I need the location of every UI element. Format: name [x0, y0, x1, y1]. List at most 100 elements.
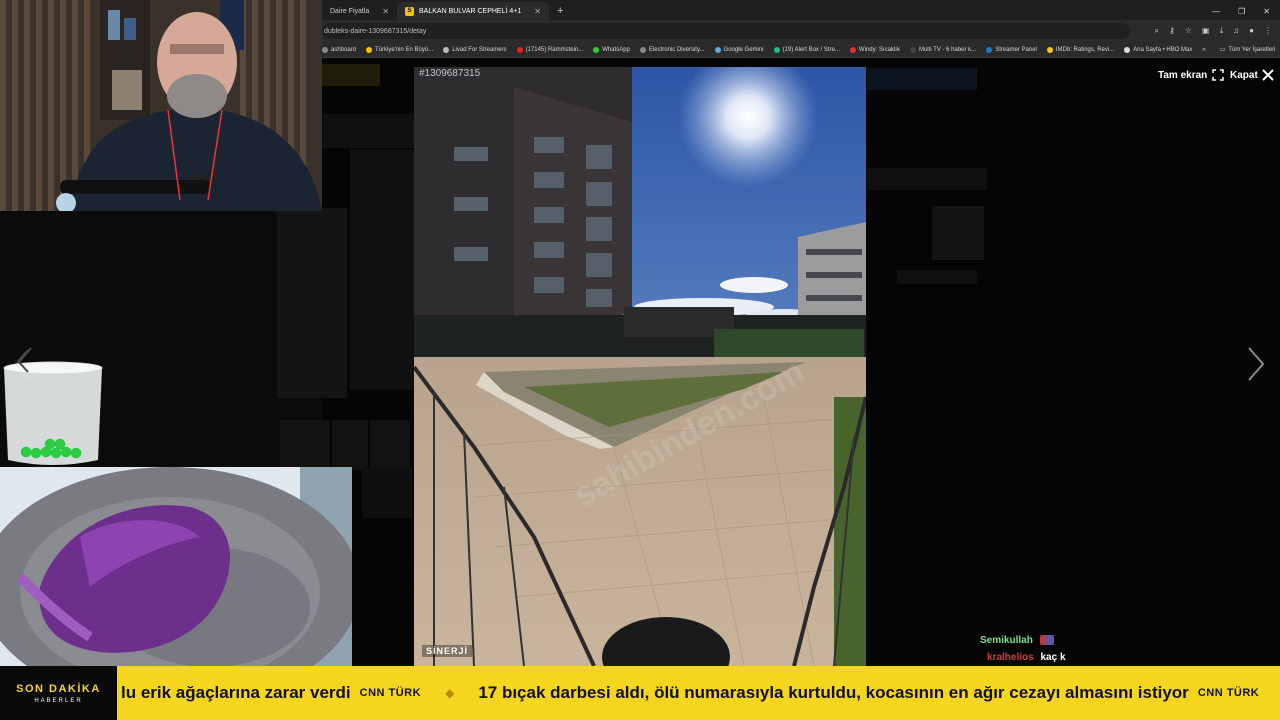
menu-icon[interactable]: ⋮: [1264, 26, 1272, 36]
download-icon[interactable]: ⤓: [1220, 26, 1224, 36]
bookmark-item[interactable]: Multi TV - 6 haber k...: [909, 46, 977, 53]
counter-jar-overlay: [3, 361, 103, 465]
all-bookmarks-folder[interactable]: ▭ Tüm Yer İşaretleri: [1219, 46, 1280, 54]
bookmark-favicon-icon: [516, 46, 523, 53]
chat-overlay: Semikullah kralhelios kaç k: [980, 632, 1066, 666]
bookmark-label: WhatsApp: [602, 46, 630, 53]
close-window-icon[interactable]: ✕: [1263, 7, 1270, 16]
bookmark-item[interactable]: (19) Alert Box / Stre...: [773, 46, 840, 53]
address-bar-row: dubleks-daire-1309687315/detay ⌕ ⚷ ☆ ▣ ⤓…: [322, 20, 1280, 42]
fullscreen-icon: [1212, 69, 1225, 81]
pet-bed-image: [0, 467, 352, 666]
bookmark-favicon-icon: [1046, 46, 1053, 53]
bookmark-label: Windy: Sıcaklık: [858, 46, 900, 53]
close-tab-icon[interactable]: ✕: [534, 7, 541, 16]
ticker-headline: 17 bıçak darbesi aldı, ölü numarasıyla k…: [478, 683, 1189, 702]
tab-balkan-bulvar[interactable]: S BALKAN BULVAR CEPHELİ 4+1 ✕: [397, 2, 549, 20]
bookmark-label: Electronic Diversity...: [648, 46, 705, 53]
ticker-source: CNN TÜRK: [359, 687, 422, 699]
bookmark-item[interactable]: Türkiye'nin En Büyü...: [366, 46, 434, 53]
bookmark-label: Türkiye'nin En Büyü...: [375, 46, 434, 53]
bookmark-label: IMDb: Ratings, Revi...: [1055, 46, 1115, 53]
close-icon: [1262, 69, 1274, 81]
window-controls: — ❐ ✕: [1202, 7, 1280, 20]
listing-number: #1309687315: [419, 68, 481, 79]
fullscreen-label: Tam ekran: [1158, 69, 1208, 81]
next-photo-arrow-icon[interactable]: [1246, 346, 1266, 382]
fullscreen-button[interactable]: Tam ekran: [1158, 69, 1225, 81]
chat-text: kaç k: [1040, 652, 1066, 663]
address-bar-icons: ⌕ ⚷ ☆ ▣ ⤓ ♫ ● ⋮: [1155, 26, 1280, 36]
star-icon[interactable]: ☆: [1185, 26, 1192, 36]
folder-icon: ▭: [1219, 47, 1226, 53]
ticker-source: CNN TÜRK: [1197, 687, 1260, 699]
bookmark-favicon-icon: [714, 46, 721, 53]
chat-message: Semikullah: [980, 632, 1066, 649]
bookmark-favicon-icon: [443, 46, 450, 53]
listing-photo: sahibinden.com: [414, 67, 866, 666]
bookmark-item[interactable]: ashboard: [322, 46, 357, 53]
zoom-icon[interactable]: ⌕: [1155, 26, 1159, 36]
bookmark-favicon-icon: [322, 46, 328, 53]
bookmark-favicon-icon: [1124, 46, 1131, 53]
ticker-track: lu erik ağaçlarına zarar verdi CNN TÜRK …: [121, 666, 1269, 720]
close-tab-icon[interactable]: ✕: [382, 7, 389, 16]
breaking-news-subtitle: HABERLER: [34, 697, 83, 704]
ticker-headline: lu erik ağaçlarına zarar verdi: [121, 683, 351, 702]
bookmark-label: Streamer Panel: [995, 46, 1037, 53]
ticker-separator-icon: ◆: [445, 686, 455, 700]
tab-label: BALKAN BULVAR CEPHELİ 4+1: [419, 7, 522, 15]
bookmark-favicon-icon: [909, 46, 916, 53]
bookmark-favicon-icon: [593, 46, 600, 53]
bookmark-favicon-icon: [366, 46, 373, 53]
bookmark-item[interactable]: Electronic Diversity...: [639, 46, 705, 53]
bookmark-favicon-icon: [773, 46, 780, 53]
bookmark-item[interactable]: Windy: Sıcaklık: [849, 46, 900, 53]
media-icon[interactable]: ♫: [1233, 26, 1239, 36]
bookmarks-bar: » ▭ Tüm Yer İşaretleri ashboard Türkiye'n…: [322, 42, 1280, 58]
bookmark-label: ashboard: [331, 46, 357, 53]
bookmark-label: Ana Sayfa • HBO Max: [1133, 46, 1193, 53]
streamer-webcam: [0, 0, 322, 211]
left-arrow-icon[interactable]: [16, 348, 30, 374]
webcam-feed: [0, 0, 322, 211]
pool-terrace-photo: sahibinden.com: [414, 67, 866, 666]
minimize-icon[interactable]: —: [1212, 7, 1220, 16]
bookmark-item[interactable]: WhatsApp: [593, 46, 630, 53]
chat-username: kralhelios: [987, 652, 1034, 663]
news-ticker: lu erik ağaçlarına zarar verdi CNN TÜRK …: [0, 666, 1280, 720]
bookmark-item[interactable]: IMDb: Ratings, Revi...: [1046, 46, 1115, 53]
pet-camera-feed: [0, 467, 352, 666]
bookmark-item[interactable]: (17145) Rammstein...: [516, 46, 584, 53]
bookmark-item[interactable]: Livad For Streamers: [443, 46, 507, 53]
bookmark-label: Google Gemini: [723, 46, 764, 53]
bookmark-item[interactable]: Google Gemini: [714, 46, 764, 53]
stream-screen: Daire Fiyatla ✕ S BALKAN BULVAR CEPHELİ …: [0, 0, 1280, 720]
emote-icon: [1039, 635, 1054, 646]
bookmark-favicon-icon: [986, 46, 993, 53]
chat-message: kralhelios kaç k: [987, 649, 1066, 666]
bookmark-label: (17145) Rammstein...: [525, 46, 584, 53]
bookmark-label: (19) Alert Box / Stre...: [782, 46, 840, 53]
bookmark-label: Livad For Streamers: [452, 46, 507, 53]
bookmark-item[interactable]: Streamer Panel: [986, 46, 1037, 53]
bookmark-favicon-icon: [639, 46, 646, 53]
bookmark-favicon-icon: [849, 46, 856, 53]
key-icon[interactable]: ⚷: [1169, 26, 1175, 36]
bookmark-item[interactable]: Ana Sayfa • HBO Max: [1124, 46, 1193, 53]
close-label: Kapat: [1230, 69, 1258, 81]
bookmark-label: Multi TV - 6 haber k...: [918, 46, 977, 53]
bookmarks-more-icon[interactable]: »: [1202, 47, 1209, 53]
new-tab-icon[interactable]: +: [549, 5, 571, 20]
url-field[interactable]: dubleks-daire-1309687315/detay: [322, 23, 1130, 39]
sahibinden-favicon-icon: S: [405, 6, 414, 16]
profile-icon[interactable]: ●: [1249, 26, 1254, 36]
breaking-news-title: SON DAKİKA: [16, 682, 101, 695]
brand-logo: SİNERJİ: [422, 645, 473, 657]
extensions-icon[interactable]: ▣: [1202, 26, 1210, 36]
tab-daire-fiyatlari[interactable]: Daire Fiyatla ✕: [322, 2, 397, 20]
restore-icon[interactable]: ❐: [1238, 7, 1245, 16]
chat-username: Semikullah: [980, 635, 1033, 646]
close-lightbox-button[interactable]: Kapat: [1230, 69, 1274, 81]
breaking-news-badge: SON DAKİKA HABERLER: [0, 666, 117, 720]
